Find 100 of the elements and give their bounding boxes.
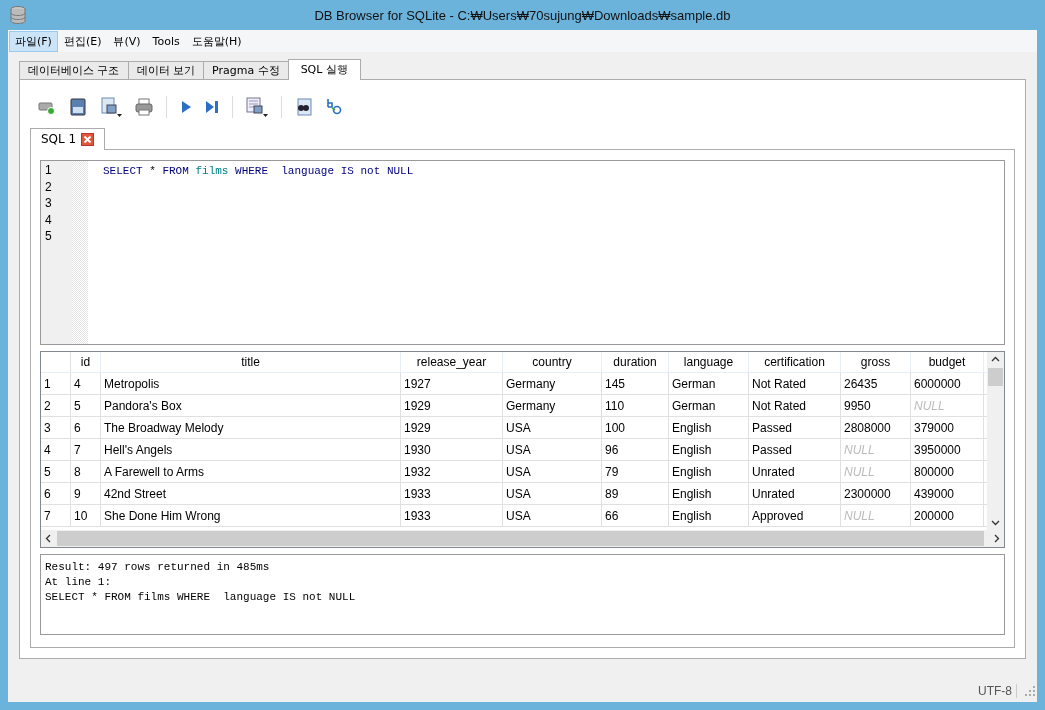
table-cell: Approved [749, 505, 841, 526]
column-header[interactable]: gross [841, 352, 911, 372]
replace-icon[interactable] [326, 98, 344, 116]
table-cell: NULL [841, 505, 911, 526]
table-cell: USA [503, 439, 602, 460]
table-cell: 9 [71, 483, 101, 504]
step-forward-icon[interactable] [205, 100, 219, 114]
table-cell: English [669, 417, 749, 438]
tab[interactable]: 데이터 보기 [127, 61, 204, 79]
table-cell: The Broadway Melody [101, 417, 401, 438]
find-icon[interactable] [295, 98, 313, 116]
menu-item[interactable]: Tools [146, 31, 186, 51]
table-cell: 200000 [911, 505, 984, 526]
tab[interactable]: SQL 실행 [287, 59, 361, 80]
table-cell: 4 [71, 373, 101, 394]
table-cell: 2808000 [841, 417, 911, 438]
code-line: SELECT * FROM films WHERE language IS not NULL [103, 165, 414, 177]
table-cell: English [669, 505, 749, 526]
table-cell: 1933 [401, 505, 503, 526]
scrollbar-thumb[interactable] [57, 531, 984, 546]
column-header[interactable]: title [101, 352, 401, 372]
line-number: 4 [45, 212, 53, 229]
table-cell: 1933 [401, 483, 503, 504]
column-header[interactable]: country [503, 352, 602, 372]
table-cell: 79 [602, 461, 669, 482]
vertical-scrollbar[interactable] [987, 352, 1004, 530]
table-cell: Germany [503, 373, 602, 394]
table-cell: English [669, 461, 749, 482]
open-tab-icon[interactable] [38, 99, 56, 115]
table-cell: USA [503, 483, 602, 504]
column-header[interactable]: certification [749, 352, 841, 372]
editor-tab[interactable]: SQL 1 [30, 128, 106, 150]
row-number: 3 [41, 417, 71, 438]
table-cell: USA [503, 461, 602, 482]
menu-item[interactable]: 뷰(V) [107, 30, 147, 52]
table-cell: Pandora's Box [101, 395, 401, 416]
close-icon[interactable] [81, 133, 95, 146]
table-cell: Metropolis [101, 373, 401, 394]
table-cell: 2300000 [841, 483, 911, 504]
table-cell: 5 [71, 395, 101, 416]
table-cell: Hell's Angels [101, 439, 401, 460]
table-cell: 89 [602, 483, 669, 504]
table-cell: NULL [911, 395, 984, 416]
line-number: 5 [45, 229, 53, 245]
play-icon[interactable] [180, 100, 192, 114]
message-line: At line 1: [45, 576, 112, 590]
table-cell: 7 [71, 439, 101, 460]
menu-item[interactable]: 편집(E) [57, 30, 108, 52]
table-cell: 800000 [911, 461, 984, 482]
table-cell: 8 [71, 461, 101, 482]
table-cell: Unrated [749, 461, 841, 482]
resize-grip-icon[interactable] [1025, 686, 1035, 696]
row-number: 1 [41, 373, 71, 394]
table-cell: USA [503, 505, 602, 526]
menu-item[interactable]: 도움말(H) [185, 30, 248, 52]
table-cell: Unrated [749, 483, 841, 504]
column-header[interactable]: release_year [401, 352, 503, 372]
table-cell: 379000 [911, 417, 984, 438]
line-number: 1 [45, 163, 53, 179]
table-cell: English [669, 483, 749, 504]
row-number: 5 [41, 461, 71, 482]
table-cell: 1929 [401, 417, 503, 438]
column-header[interactable]: duration [602, 352, 669, 372]
menu-item[interactable]: 파일(F) [9, 30, 58, 52]
horizontal-scrollbar[interactable] [41, 530, 1004, 547]
sql-editor[interactable]: 1 2 3 4 5 SELECT * FROM films WHERE language IS not NULL [40, 160, 1005, 345]
table-cell: 6 [71, 417, 101, 438]
table-cell: 6000000 [911, 373, 984, 394]
window-title: DB Browser for SQLite - C:₩Users₩70sujung₩Downloads₩sample.db [313, 7, 732, 23]
table-cell: 1932 [401, 461, 503, 482]
table-cell: A Farewell to Arms [101, 461, 401, 482]
table-cell: NULL [841, 439, 911, 460]
table-cell: NULL [841, 461, 911, 482]
table-cell: 42nd Street [101, 483, 401, 504]
table-cell: 3950000 [911, 439, 984, 460]
save-results-icon[interactable] [246, 97, 268, 117]
scrollbar-thumb[interactable] [988, 368, 1003, 386]
table-cell: 1927 [401, 373, 503, 394]
row-number: 4 [41, 439, 71, 460]
column-header[interactable]: language [669, 352, 749, 372]
save-dropdown-icon[interactable] [100, 97, 122, 117]
message-line: SELECT * FROM films WHERE language IS not NULL [45, 591, 357, 605]
table-cell: USA [503, 417, 602, 438]
table-cell: Passed [749, 417, 841, 438]
table-cell: Not Rated [749, 373, 841, 394]
tab[interactable]: 데이터베이스 구조 [19, 61, 129, 79]
row-number: 6 [41, 483, 71, 504]
open-file-icon[interactable] [69, 98, 87, 116]
table-cell: 66 [602, 505, 669, 526]
table-cell: 26435 [841, 373, 911, 394]
table-cell: 96 [602, 439, 669, 460]
tab[interactable]: Pragma 수정 [203, 61, 289, 79]
table-cell: 10 [71, 505, 101, 526]
column-header[interactable]: id [71, 352, 101, 372]
column-header[interactable]: budget [911, 352, 984, 372]
print-icon[interactable] [135, 98, 153, 116]
message-line: Result: 497 rows returned in 485ms [45, 561, 271, 575]
table-cell: 1929 [401, 395, 503, 416]
encoding-label: UTF-8 [978, 684, 1017, 698]
table-cell: Passed [749, 439, 841, 460]
